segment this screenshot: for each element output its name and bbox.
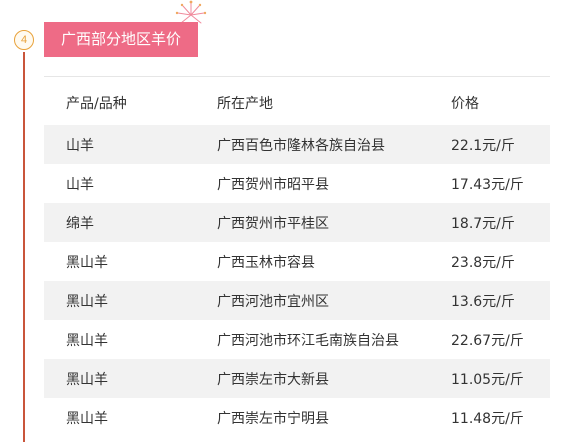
cell-origin: 广西河池市宜州区 [217, 293, 329, 310]
cell-price: 23.8元/斤 [451, 254, 515, 271]
cell-price: 11.48元/斤 [451, 410, 524, 427]
cell-product: 黑山羊 [66, 410, 108, 427]
header-product: 产品/品种 [66, 95, 127, 112]
cell-product: 黑山羊 [66, 254, 108, 271]
timeline-line [23, 52, 25, 442]
cell-product: 山羊 [66, 176, 94, 193]
section-number-badge: 4 [14, 30, 34, 50]
cell-origin: 广西贺州市平桂区 [217, 215, 329, 232]
table-row: 黑山羊 广西河池市宜州区 13.6元/斤 [44, 281, 550, 320]
table-row: 山羊 广西贺州市昭平县 17.43元/斤 [44, 164, 550, 203]
header-price: 价格 [451, 95, 479, 112]
table-row: 绵羊 广西贺州市平桂区 18.7元/斤 [44, 203, 550, 242]
table-row: 黑山羊 广西玉林市容县 23.8元/斤 [44, 242, 550, 281]
cell-price: 22.1元/斤 [451, 137, 515, 154]
table-row: 山羊 广西百色市隆林各族自治县 22.1元/斤 [44, 125, 550, 164]
table-header: 产品/品种 所在产地 价格 [44, 84, 550, 121]
divider [44, 76, 550, 77]
cell-product: 绵羊 [66, 215, 94, 232]
table-row: 黑山羊 广西崇左市大新县 11.05元/斤 [44, 359, 550, 398]
cell-product: 山羊 [66, 137, 94, 154]
cell-origin: 广西河池市环江毛南族自治县 [217, 332, 399, 349]
cell-price: 11.05元/斤 [451, 371, 524, 388]
cell-price: 13.6元/斤 [451, 293, 515, 310]
cell-origin: 广西玉林市容县 [217, 254, 315, 271]
cell-origin: 广西百色市隆林各族自治县 [217, 137, 385, 154]
cell-price: 17.43元/斤 [451, 176, 524, 193]
header-origin: 所在产地 [217, 95, 273, 112]
cell-product: 黑山羊 [66, 293, 108, 310]
cell-origin: 广西贺州市昭平县 [217, 176, 329, 193]
section-title: 广西部分地区羊价 [44, 22, 198, 57]
price-table: 产品/品种 所在产地 价格 山羊 广西百色市隆林各族自治县 22.1元/斤 山羊… [44, 84, 550, 437]
cell-origin: 广西崇左市宁明县 [217, 410, 329, 427]
table-row: 黑山羊 广西河池市环江毛南族自治县 22.67元/斤 [44, 320, 550, 359]
cell-origin: 广西崇左市大新县 [217, 371, 329, 388]
table-row: 黑山羊 广西崇左市宁明县 11.48元/斤 [44, 398, 550, 437]
cell-price: 18.7元/斤 [451, 215, 515, 232]
cell-price: 22.67元/斤 [451, 332, 524, 349]
cell-product: 黑山羊 [66, 332, 108, 349]
cell-product: 黑山羊 [66, 371, 108, 388]
